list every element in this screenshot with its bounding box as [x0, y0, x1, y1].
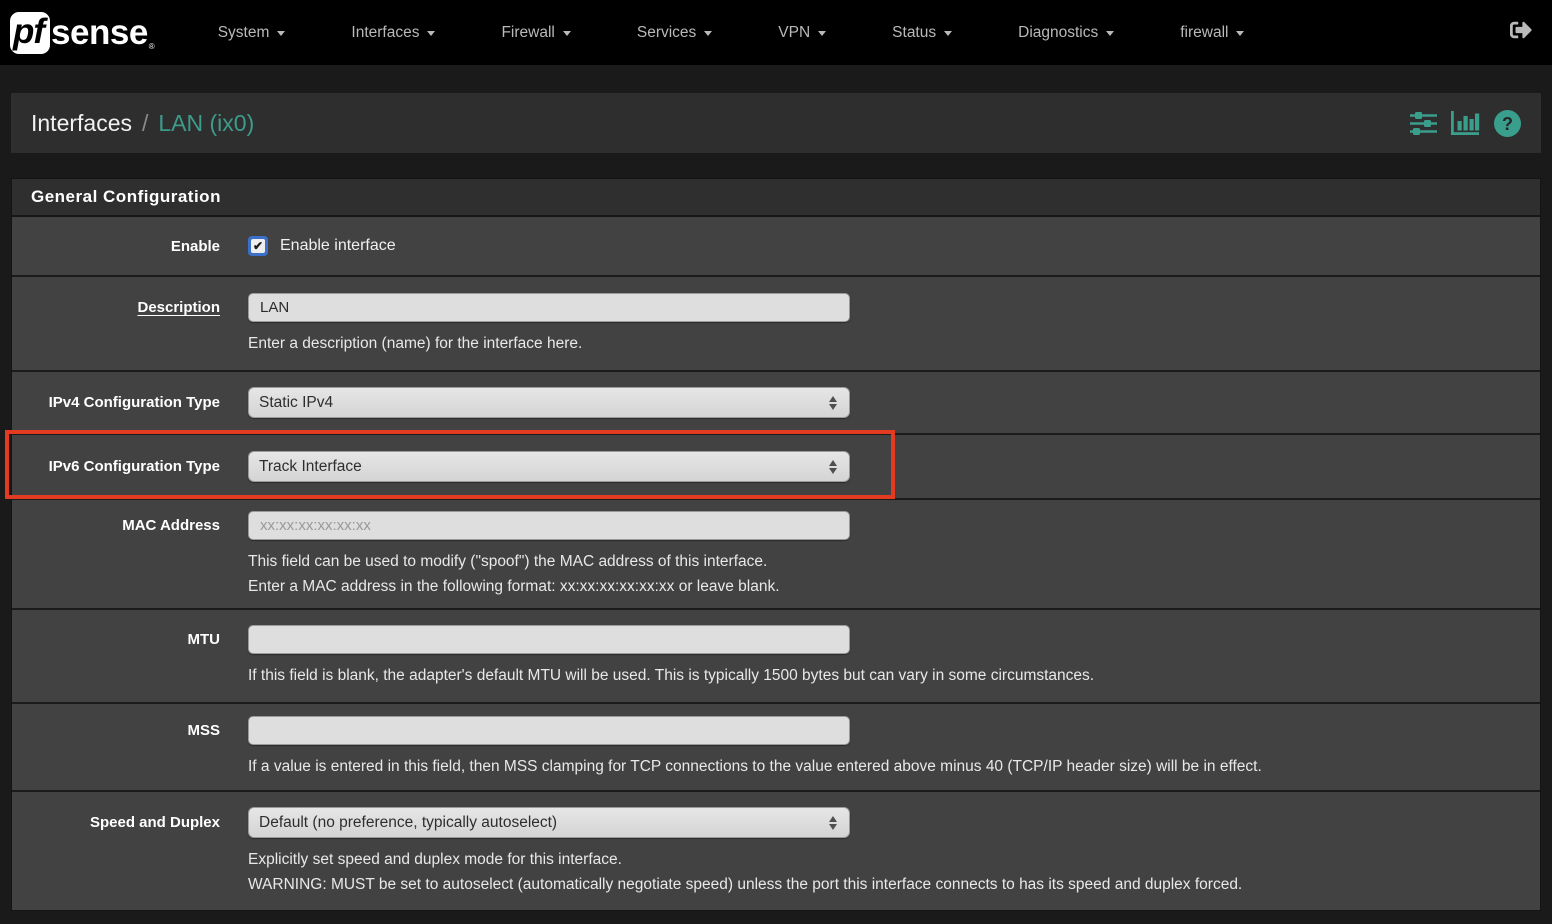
bar-chart-icon[interactable] — [1451, 110, 1480, 136]
mtu-input[interactable] — [248, 625, 850, 654]
mss-label: MSS — [12, 716, 248, 740]
caret-down-icon — [818, 31, 826, 36]
breadcrumb-separator: / — [142, 110, 148, 137]
top-navbar: pf sense ® System Interfaces Firewall Se… — [0, 0, 1552, 65]
ipv6-type-select[interactable]: Track Interface — [248, 451, 850, 482]
select-stepper-icon — [829, 396, 839, 410]
mac-address-label: MAC Address — [12, 511, 248, 535]
enable-interface-checkbox-label: Enable interface — [280, 237, 396, 255]
caret-down-icon — [1236, 31, 1244, 36]
description-input[interactable] — [248, 293, 850, 322]
caret-down-icon — [1106, 31, 1114, 36]
speed-duplex-row: Speed and Duplex Default (no preference,… — [12, 790, 1540, 910]
mtu-label: MTU — [12, 625, 248, 649]
breadcrumb-interfaces-link[interactable]: Interfaces — [31, 110, 132, 137]
ipv4-type-select[interactable]: Static IPv4 — [248, 387, 850, 418]
ipv4-config-row: IPv4 Configuration Type Static IPv4 — [12, 370, 1540, 433]
mac-address-row: MAC Address This field can be used to mo… — [12, 498, 1540, 608]
ipv6-config-label: IPv6 Configuration Type — [12, 457, 248, 476]
menu-firewall[interactable]: Firewall — [468, 0, 603, 65]
general-configuration-panel: General Configuration Enable ✔ Enable in… — [11, 178, 1541, 911]
mac-address-help: This field can be used to modify ("spoof… — [248, 549, 1516, 599]
page-action-icons: ? — [1410, 110, 1521, 137]
mss-input[interactable] — [248, 716, 850, 745]
pfsense-logo[interactable]: pf sense ® — [10, 12, 155, 54]
logout-button[interactable] — [1510, 19, 1532, 46]
menu-interfaces[interactable]: Interfaces — [318, 0, 468, 65]
checkmark-icon: ✔ — [251, 239, 265, 253]
caret-down-icon — [944, 31, 952, 36]
ipv6-config-row: IPv6 Configuration Type Track Interface — [12, 433, 1540, 498]
mss-row: MSS If a value is entered in this field,… — [12, 702, 1540, 790]
enable-row: Enable ✔ Enable interface — [12, 217, 1540, 275]
select-stepper-icon — [829, 816, 839, 830]
speed-duplex-help: Explicitly set speed and duplex mode for… — [248, 847, 1516, 897]
menu-services[interactable]: Services — [604, 0, 745, 65]
mac-address-input[interactable] — [248, 511, 850, 540]
description-label: Description — [137, 299, 220, 316]
menu-system[interactable]: System — [185, 0, 319, 65]
menu-diagnostics[interactable]: Diagnostics — [985, 0, 1147, 65]
caret-down-icon — [277, 31, 285, 36]
mss-help: If a value is entered in this field, the… — [248, 754, 1516, 779]
select-stepper-icon — [829, 460, 839, 474]
menu-status[interactable]: Status — [859, 0, 985, 65]
mtu-help: If this field is blank, the adapter's de… — [248, 663, 1516, 688]
breadcrumb: Interfaces / LAN (ix0) — [11, 93, 1541, 153]
menu-vpn[interactable]: VPN — [745, 0, 859, 65]
registered-mark: ® — [149, 40, 155, 54]
sliders-icon[interactable] — [1410, 111, 1437, 136]
pfsense-logo-pf: pf — [10, 12, 50, 54]
description-row: Description Enter a description (name) f… — [12, 275, 1540, 370]
speed-duplex-select[interactable]: Default (no preference, typically autose… — [248, 807, 850, 838]
speed-duplex-label: Speed and Duplex — [12, 807, 248, 832]
breadcrumb-current-page: LAN (ix0) — [158, 110, 254, 137]
ipv4-config-label: IPv4 Configuration Type — [12, 393, 248, 412]
mtu-row: MTU If this field is blank, the adapter'… — [12, 608, 1540, 702]
sign-out-icon — [1510, 19, 1532, 46]
menu-firewall-shortcut[interactable]: firewall — [1147, 0, 1277, 65]
enable-label: Enable — [12, 237, 248, 256]
panel-title: General Configuration — [12, 179, 1540, 217]
description-help: Enter a description (name) for the inter… — [248, 331, 1516, 356]
caret-down-icon — [704, 31, 712, 36]
main-menu: System Interfaces Firewall Services VPN … — [185, 0, 1278, 65]
caret-down-icon — [563, 31, 571, 36]
pfsense-logo-sense: sense — [51, 12, 148, 54]
caret-down-icon — [427, 31, 435, 36]
enable-interface-checkbox[interactable]: ✔ — [248, 236, 268, 256]
help-icon[interactable]: ? — [1494, 110, 1521, 137]
svg-text:?: ? — [1502, 114, 1513, 134]
